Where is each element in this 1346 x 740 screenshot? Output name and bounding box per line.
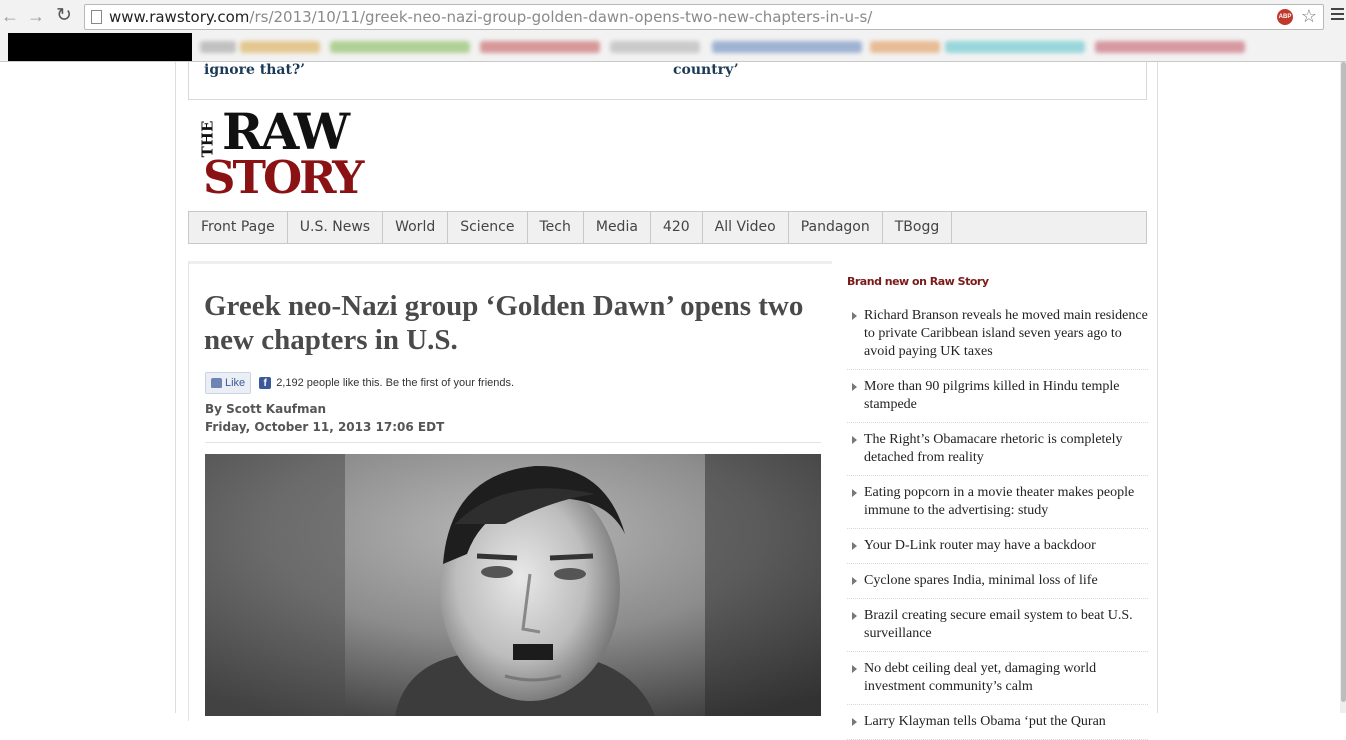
article-photo bbox=[205, 454, 821, 716]
adblock-icon[interactable]: ABP bbox=[1277, 9, 1293, 25]
bookmark-item[interactable] bbox=[480, 41, 600, 53]
story-title: More than 90 pilgrims killed in Hindu te… bbox=[864, 379, 1120, 412]
sidebar-story-link[interactable]: Your D-Link router may have a backdoor bbox=[847, 529, 1148, 564]
sidebar-story-link[interactable]: More than 90 pilgrims killed in Hindu te… bbox=[847, 370, 1148, 423]
nav-pandagon[interactable]: Pandagon bbox=[789, 212, 883, 243]
story-title: No debt ceiling deal yet, damaging world… bbox=[864, 661, 1097, 694]
sidebar-story-link[interactable]: Richard Branson reveals he moved main re… bbox=[847, 299, 1148, 370]
scrollbar-thumb[interactable] bbox=[1341, 62, 1346, 702]
story-title: Larry Klayman tells Obama ‘put the Quran bbox=[864, 714, 1106, 729]
bookmark-item[interactable] bbox=[330, 41, 470, 53]
article-byline: By Scott Kaufman bbox=[205, 402, 327, 416]
like-count-text: 2,192 people like this. Be the first of … bbox=[276, 377, 515, 389]
divider bbox=[205, 442, 821, 443]
bookmark-item[interactable] bbox=[712, 41, 862, 53]
arrow-right-icon bbox=[852, 489, 857, 497]
top-headline-link[interactable]: country’ bbox=[673, 62, 739, 78]
raw-story-logo[interactable]: THE RAW STORY bbox=[198, 104, 373, 204]
arrow-right-icon bbox=[852, 665, 857, 673]
bookmark-star-icon[interactable]: ☆ bbox=[1301, 6, 1317, 27]
sidebar-story-link[interactable]: Larry Klayman tells Obama ‘put the Quran bbox=[847, 705, 1148, 740]
url-path: /rs/2013/10/11/greek-neo-nazi-group-gold… bbox=[249, 8, 873, 26]
sidebar-story-link[interactable]: Cyclone spares India, minimal loss of li… bbox=[847, 564, 1148, 599]
top-headline-link[interactable]: ignore that?’ bbox=[204, 62, 305, 78]
bookmark-item[interactable] bbox=[870, 41, 940, 53]
nav-front-page[interactable]: Front Page bbox=[189, 212, 288, 243]
sidebar-story-link[interactable]: The Right’s Obamacare rhetoric is comple… bbox=[847, 423, 1148, 476]
nav-us-news[interactable]: U.S. News bbox=[288, 212, 384, 243]
arrow-right-icon bbox=[852, 612, 857, 620]
address-bar[interactable]: www.rawstory.com/rs/2013/10/11/greek-neo… bbox=[84, 4, 1324, 30]
arrow-right-icon bbox=[852, 383, 857, 391]
arrow-right-icon bbox=[852, 577, 857, 585]
story-title: Richard Branson reveals he moved main re… bbox=[864, 308, 1148, 359]
url-text[interactable]: www.rawstory.com/rs/2013/10/11/greek-neo… bbox=[109, 8, 872, 26]
sidebar-story-link[interactable]: Eating popcorn in a movie theater makes … bbox=[847, 476, 1148, 529]
bookmarks-bar bbox=[0, 33, 1346, 61]
page-scrollbar[interactable] bbox=[1340, 62, 1346, 713]
browser-toolbar: ← → ↻ www.rawstory.com/rs/2013/10/11/gre… bbox=[0, 0, 1346, 62]
like-label: Like bbox=[225, 377, 246, 389]
story-title: Eating popcorn in a movie theater makes … bbox=[864, 485, 1135, 518]
article-date: Friday, October 11, 2013 17:06 EDT bbox=[205, 420, 445, 434]
logo-story-text: STORY bbox=[203, 151, 364, 204]
article-headline: Greek neo-Nazi group ‘Golden Dawn’ opens… bbox=[204, 290, 804, 356]
url-host: www.rawstory.com bbox=[109, 8, 250, 26]
nav-world[interactable]: World bbox=[383, 212, 449, 243]
nav-media[interactable]: Media bbox=[584, 212, 651, 243]
nav-science[interactable]: Science bbox=[448, 212, 528, 243]
sidebar-story-link[interactable]: No debt ceiling deal yet, damaging world… bbox=[847, 652, 1148, 705]
arrow-right-icon bbox=[852, 436, 857, 444]
arrow-right-icon bbox=[852, 718, 857, 726]
portrait-image bbox=[205, 454, 821, 716]
main-nav: Front Page U.S. News World Science Tech … bbox=[188, 211, 1147, 244]
redacted-bookmarks bbox=[8, 33, 192, 61]
top-headlines-strip: ignore that?’ country’ bbox=[188, 62, 1147, 100]
story-title: Brazil creating secure email system to b… bbox=[864, 608, 1133, 641]
page-container: ignore that?’ country’ THE RAW STORY Fro… bbox=[175, 62, 1158, 740]
bookmark-item[interactable] bbox=[610, 41, 700, 53]
article: Greek neo-Nazi group ‘Golden Dawn’ opens… bbox=[188, 261, 832, 721]
facebook-like-widget: Like f 2,192 people like this. Be the fi… bbox=[205, 372, 514, 394]
sidebar-list: Richard Branson reveals he moved main re… bbox=[847, 299, 1148, 740]
story-title: The Right’s Obamacare rhetoric is comple… bbox=[864, 432, 1123, 465]
thumbs-up-icon bbox=[211, 378, 222, 388]
back-arrow-icon[interactable]: ← bbox=[0, 6, 20, 26]
bookmark-item[interactable] bbox=[240, 41, 320, 53]
nav-tbogg[interactable]: TBogg bbox=[883, 212, 953, 243]
nav-all-video[interactable]: All Video bbox=[703, 212, 789, 243]
forward-arrow-icon[interactable]: → bbox=[26, 6, 46, 26]
bookmark-item[interactable] bbox=[945, 41, 1085, 53]
bookmark-item[interactable] bbox=[1095, 41, 1245, 53]
facebook-like-button[interactable]: Like bbox=[205, 372, 252, 394]
reload-icon[interactable]: ↻ bbox=[54, 6, 74, 26]
nav-420[interactable]: 420 bbox=[651, 212, 703, 243]
nav-tech[interactable]: Tech bbox=[528, 212, 584, 243]
sidebar-story-link[interactable]: Brazil creating secure email system to b… bbox=[847, 599, 1148, 652]
facebook-icon: f bbox=[259, 377, 272, 389]
arrow-right-icon bbox=[852, 312, 857, 320]
sidebar-heading: Brand new on Raw Story bbox=[847, 275, 989, 288]
story-title: Your D-Link router may have a backdoor bbox=[864, 538, 1096, 553]
arrow-right-icon bbox=[852, 542, 857, 550]
page-icon bbox=[91, 10, 102, 24]
story-title: Cyclone spares India, minimal loss of li… bbox=[864, 573, 1098, 588]
bookmark-item[interactable] bbox=[200, 41, 236, 53]
sidebar-brand-new: Brand new on Raw Story Richard Branson r… bbox=[847, 275, 1148, 740]
menu-icon[interactable] bbox=[1331, 8, 1344, 23]
